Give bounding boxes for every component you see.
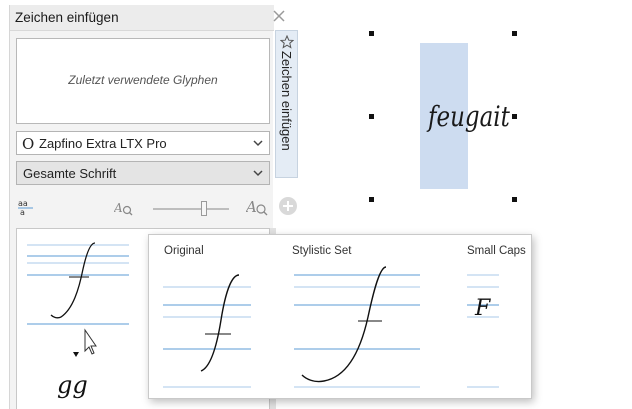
selection-handle-bottom-left[interactable] <box>369 197 374 202</box>
svg-text:aa: aa <box>18 199 28 208</box>
artistic-text[interactable]: feugait <box>428 100 510 133</box>
selection-handle-top-left[interactable] <box>369 31 374 36</box>
svg-text:a: a <box>20 208 25 216</box>
font-dropdown-value: Zapfino Extra LTX Pro <box>39 136 167 151</box>
svg-text:A: A <box>246 198 257 216</box>
chevron-down-icon <box>253 140 263 147</box>
filter-dropdown[interactable]: Gesamte Schrift <box>16 161 270 185</box>
zoom-slider-track[interactable] <box>153 208 229 210</box>
star-icon <box>280 35 294 49</box>
zoom-out-glyph-icon[interactable]: A <box>114 199 134 217</box>
selection-handle-top-right[interactable] <box>512 31 517 36</box>
docker-title: Zeichen einfügen <box>15 10 119 25</box>
alt-glyph-small-caps[interactable]: F <box>467 265 527 395</box>
svg-text:A: A <box>114 201 123 215</box>
alt-glyph-stylistic-set[interactable] <box>294 265 422 395</box>
alt-glyph-original[interactable] <box>163 265 253 395</box>
text-case-icon[interactable]: aa a <box>18 198 36 216</box>
opentype-font-icon: O <box>22 135 35 153</box>
recent-glyphs-box[interactable]: Zuletzt verwendete Glyphen <box>16 38 270 124</box>
alt-label-stylistic-set: Stylistic Set <box>292 245 352 257</box>
tab-insert-character[interactable]: Zeichen einfügen <box>275 30 298 178</box>
tab-label: Zeichen einfügen <box>279 51 294 151</box>
selection-handle-bottom-right[interactable] <box>512 197 517 202</box>
font-dropdown[interactable]: O Zapfino Extra LTX Pro <box>16 131 270 155</box>
add-docker-button[interactable] <box>279 197 297 215</box>
svg-text:F: F <box>474 296 491 321</box>
svg-text:gg: gg <box>57 371 88 399</box>
glyph-tool-row: aa a A A <box>16 196 270 220</box>
glyph-alternates-popup: Original Stylistic Set Small Caps F <box>148 234 532 399</box>
chevron-down-icon <box>253 170 263 177</box>
filter-dropdown-value: Gesamte Schrift <box>23 166 117 181</box>
docker-titlebar: Zeichen einfügen <box>10 5 274 31</box>
alt-label-small-caps: Small Caps <box>467 245 526 257</box>
selection-handle-middle-right[interactable] <box>512 114 517 119</box>
alt-label-original: Original <box>164 245 204 257</box>
close-icon[interactable] <box>272 9 286 23</box>
plus-icon <box>283 201 293 211</box>
selection-handle-middle-left[interactable] <box>369 114 374 119</box>
recent-glyphs-placeholder: Zuletzt verwendete Glyphen <box>68 73 218 87</box>
glyph-cell-f[interactable]: gg <box>17 229 149 409</box>
zoom-in-glyph-icon[interactable]: A <box>246 197 268 217</box>
zoom-slider-thumb[interactable] <box>201 201 207 216</box>
